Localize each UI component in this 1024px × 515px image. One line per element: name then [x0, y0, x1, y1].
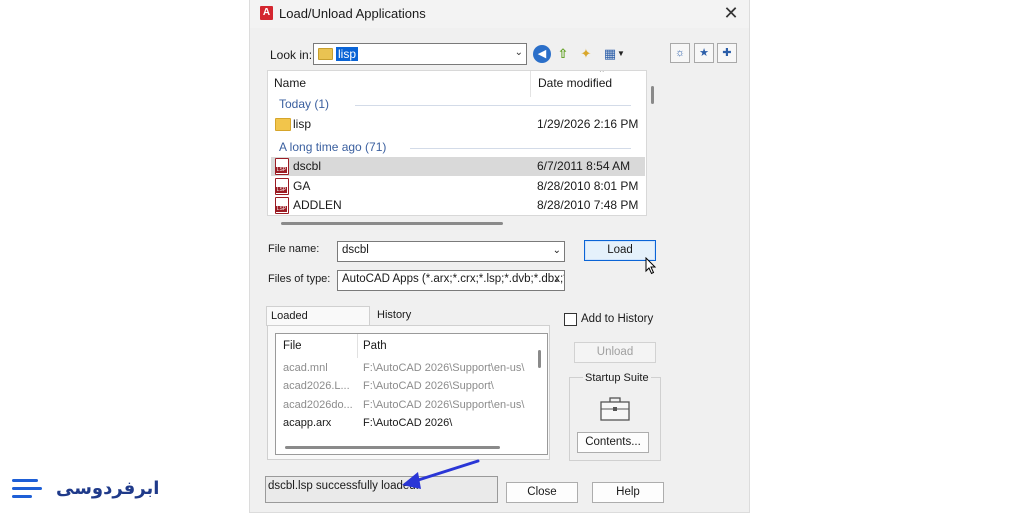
- file-date: 1/29/2026 2:16 PM: [537, 117, 639, 131]
- file-date: 8/28/2010 8:01 PM: [537, 179, 639, 193]
- look-in-value: lisp: [336, 47, 359, 61]
- folder-icon: [318, 48, 333, 60]
- load-unload-dialog: A Load/Unload Applications ✕ Look in: li…: [249, 0, 750, 513]
- column-header-date-modified[interactable]: Date modified: [538, 76, 612, 90]
- look-in-dropdown[interactable]: lisp ⌄: [313, 43, 527, 65]
- files-of-type-label: Files of type:: [268, 273, 331, 285]
- file-name-value: dscbl: [342, 244, 369, 256]
- file-name: ADDLEN: [293, 198, 342, 212]
- list-item[interactable]: ADDLEN 8/28/2010 7:48 PM: [271, 196, 645, 215]
- file-name: dscbl: [293, 159, 322, 173]
- look-in-label: Look in:: [270, 48, 313, 62]
- brand-text: ابرفردوسی: [56, 478, 160, 499]
- loaded-list-vertical-scrollbar[interactable]: [538, 350, 541, 368]
- favorites-folder-icon[interactable]: ★: [694, 43, 714, 63]
- loaded-file: acad2026do...: [283, 399, 353, 411]
- loaded-path: F:\AutoCAD 2026\Support\en-us\: [363, 362, 525, 374]
- mouse-cursor-icon: [645, 257, 657, 275]
- status-message: dscbl.lsp successfully loaded.: [265, 476, 498, 503]
- list-item[interactable]: lisp 1/29/2026 2:16 PM: [271, 115, 645, 134]
- back-icon[interactable]: ◀: [533, 45, 551, 63]
- files-of-type-value: AutoCAD Apps (*.arx;*.crx;*.lsp;*.dvb;*.…: [342, 273, 565, 285]
- column-separator: [530, 71, 531, 97]
- group-header-long-ago[interactable]: A long time ago (71): [279, 140, 386, 154]
- up-folder-icon[interactable]: ⇧: [554, 45, 572, 63]
- column-header-file[interactable]: File: [283, 340, 302, 352]
- loaded-list-horizontal-scrollbar[interactable]: [285, 446, 500, 449]
- column-header-path[interactable]: Path: [363, 340, 387, 352]
- close-window-icon[interactable]: ✕: [720, 3, 742, 23]
- search-web-icon[interactable]: ☼: [670, 43, 690, 63]
- folder-icon: [275, 118, 291, 131]
- chevron-down-icon[interactable]: ⌄: [553, 274, 561, 285]
- file-list[interactable]: Name ⌃ Date modified Today (1) lisp 1/29…: [267, 70, 647, 216]
- file-name-input[interactable]: dscbl ⌄: [337, 241, 565, 262]
- new-folder-icon[interactable]: ✦: [577, 45, 595, 63]
- file-name: GA: [293, 179, 311, 193]
- group-header-today[interactable]: Today (1): [279, 97, 329, 111]
- loaded-path: F:\AutoCAD 2026\Support\en-us\: [363, 399, 525, 411]
- briefcase-icon: [600, 397, 630, 421]
- views-dropdown-icon[interactable]: ▼: [616, 45, 626, 63]
- loaded-file: acad2026.L...: [283, 380, 350, 392]
- lsp-file-icon: [275, 197, 289, 214]
- startup-suite-title: Startup Suite: [583, 372, 651, 384]
- chevron-down-icon[interactable]: ⌄: [515, 47, 523, 58]
- autocad-app-icon: A: [260, 6, 273, 20]
- title-bar: A Load/Unload Applications ✕: [250, 0, 749, 28]
- tab-history-list[interactable]: History list: [373, 306, 429, 339]
- contents-button[interactable]: Contents...: [577, 432, 649, 453]
- lsp-file-icon: [275, 178, 289, 195]
- help-button[interactable]: Help: [592, 482, 664, 503]
- close-button[interactable]: Close: [506, 482, 578, 503]
- loaded-path: F:\AutoCAD 2026\: [363, 417, 453, 429]
- column-separator: [357, 334, 358, 358]
- column-header-name[interactable]: Name: [274, 76, 306, 90]
- lsp-file-icon: [275, 158, 289, 175]
- group-divider: [355, 105, 631, 106]
- chevron-down-icon[interactable]: ⌄: [553, 245, 561, 256]
- loaded-file: acad.mnl: [283, 362, 328, 374]
- tab-loaded-applications[interactable]: Loaded Applications: [266, 306, 370, 340]
- add-to-history-label[interactable]: Add to History: [581, 313, 653, 325]
- file-date: 6/7/2011 8:54 AM: [537, 159, 631, 173]
- add-to-history-checkbox[interactable]: [564, 313, 577, 326]
- unload-button[interactable]: Unload: [574, 342, 656, 363]
- group-divider: [410, 148, 631, 149]
- loaded-file: acapp.arx: [283, 417, 332, 429]
- list-item[interactable]: GA 8/28/2010 8:01 PM: [271, 177, 645, 196]
- file-name-label: File name:: [268, 243, 320, 255]
- brand-logo: ابرفردوسی: [12, 473, 159, 505]
- file-list-horizontal-scrollbar[interactable]: [281, 222, 503, 225]
- files-of-type-dropdown[interactable]: AutoCAD Apps (*.arx;*.crx;*.lsp;*.dvb;*.…: [337, 270, 565, 291]
- file-list-vertical-scrollbar[interactable]: [651, 86, 654, 104]
- add-to-favorites-icon[interactable]: ✚: [717, 43, 737, 63]
- file-date: 8/28/2010 7:48 PM: [537, 198, 639, 212]
- loaded-applications-list[interactable]: File Path acad.mnl F:\AutoCAD 2026\Suppo…: [275, 333, 548, 455]
- file-name: lisp: [293, 117, 312, 131]
- list-item-selected[interactable]: dscbl 6/7/2011 8:54 AM: [271, 157, 645, 176]
- dialog-title: Load/Unload Applications: [279, 6, 426, 21]
- loaded-path: F:\AutoCAD 2026\Support\: [363, 380, 494, 392]
